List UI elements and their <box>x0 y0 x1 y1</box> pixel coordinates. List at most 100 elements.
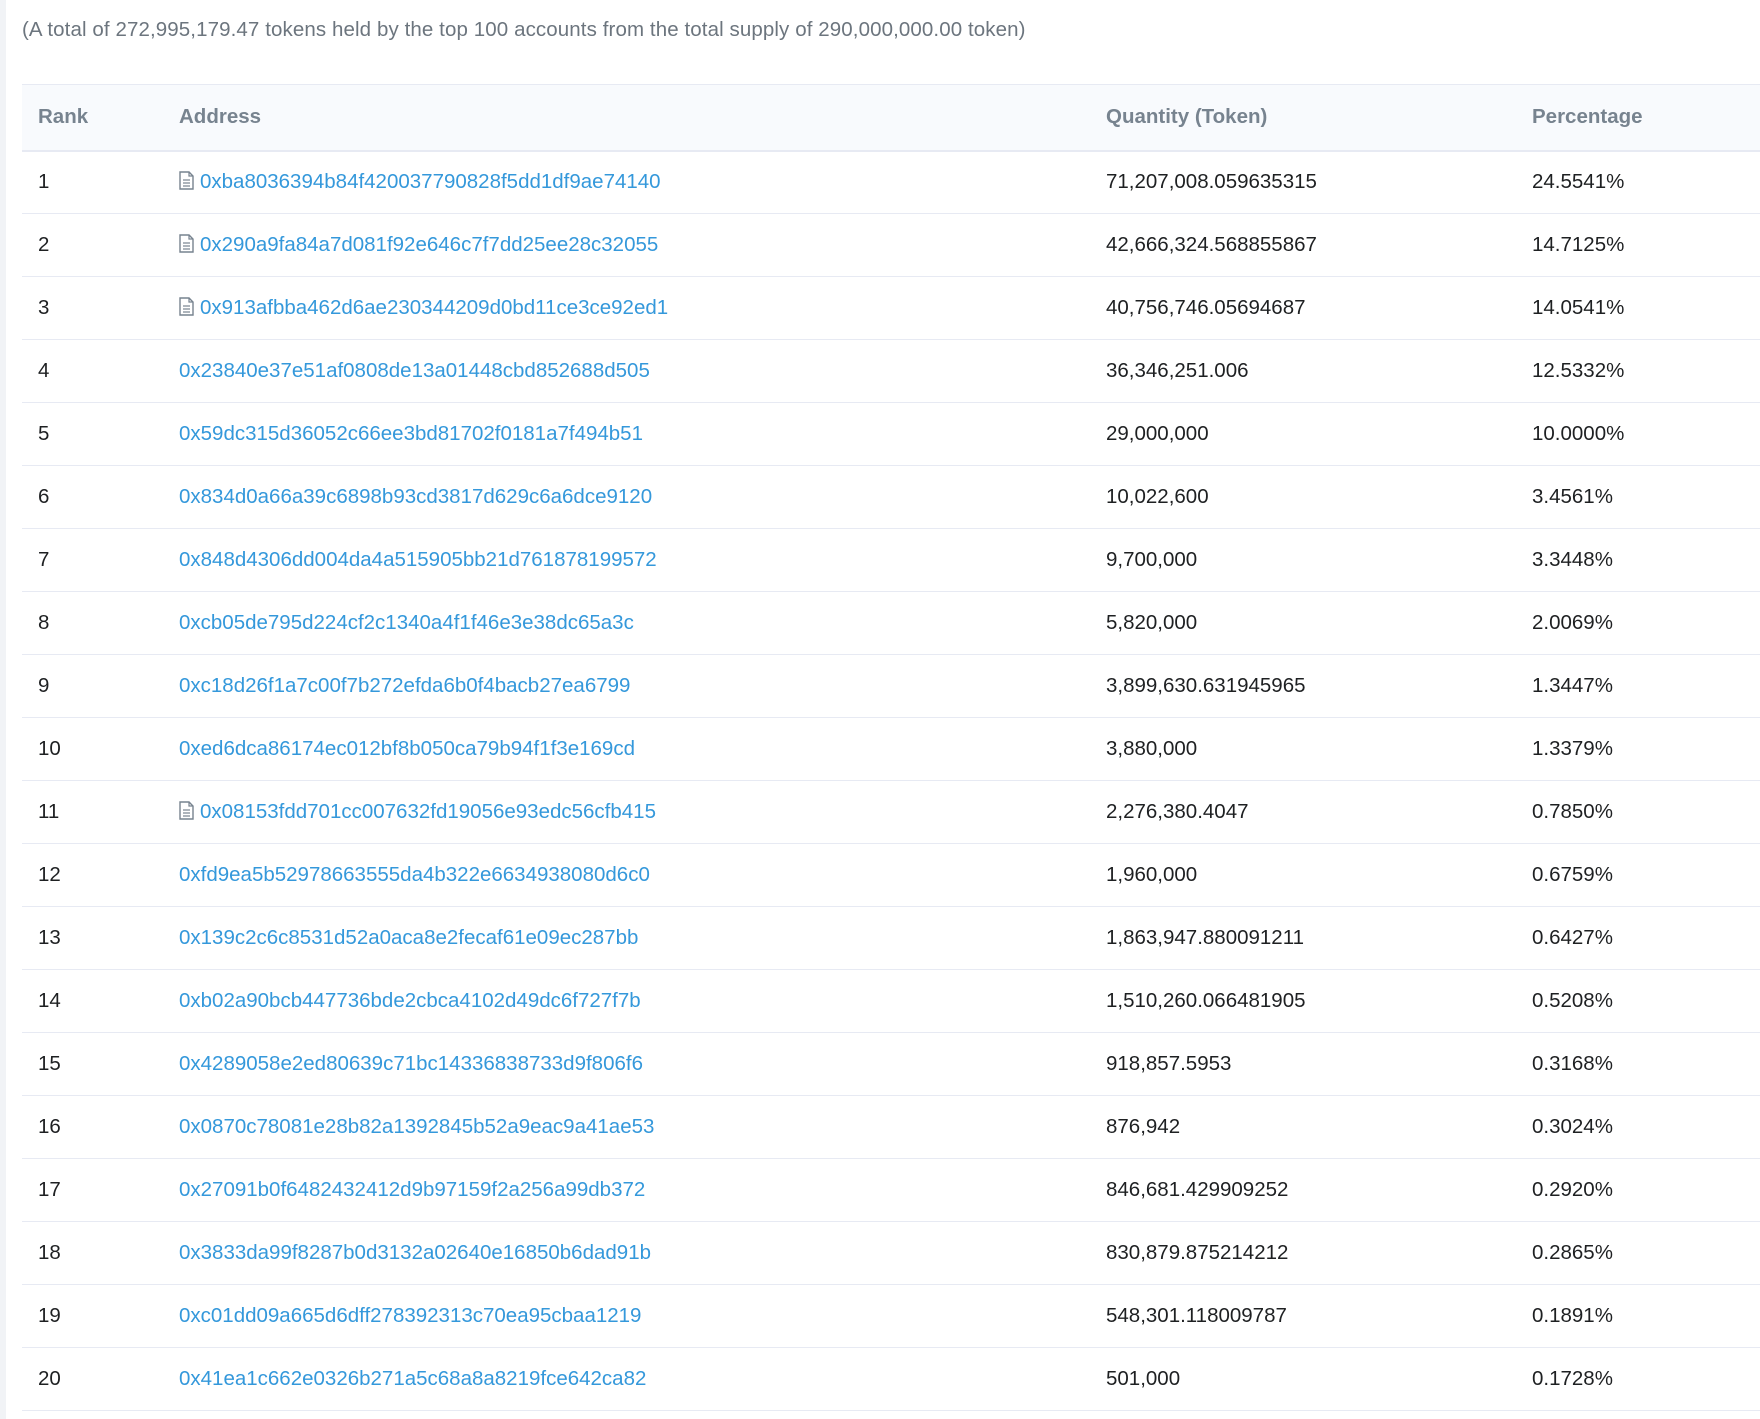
address-cell: 0x0870c78081e28b82a1392845b52a9eac9a41ae… <box>163 1096 1090 1159</box>
rank-cell: 11 <box>38 800 60 823</box>
address-link[interactable]: 0x913afbba462d6ae230344209d0bd11ce3ce92e… <box>200 296 668 319</box>
table-row: 19 0xc01dd09a665d6dff278392313c70ea95cba… <box>22 1285 1760 1348</box>
quantity-cell: 3,899,630.631945965 <box>1106 674 1306 697</box>
address-cell: 0xb02a90bcb447736bde2cbca4102d49dc6f727f… <box>163 970 1090 1033</box>
percentage-cell: 0.6427% <box>1532 926 1613 949</box>
percentage-cell: 0.6759% <box>1532 863 1613 886</box>
address-cell: 0x290a9fa84a7d081f92e646c7f7dd25ee28c320… <box>163 214 1090 277</box>
address-cell: 0xed6dca86174ec012bf8b050ca79b94f1f3e169… <box>163 718 1090 781</box>
address-cell: 0x913afbba462d6ae230344209d0bd11ce3ce92e… <box>163 277 1090 340</box>
address-cell: 0xc01dd09a665d6dff278392313c70ea95cbaa12… <box>163 1285 1090 1348</box>
quantity-cell: 501,000 <box>1106 1367 1181 1390</box>
rank-cell: 17 <box>38 1178 61 1201</box>
rank-cell: 18 <box>38 1241 61 1264</box>
address-link[interactable]: 0xfd9ea5b52978663555da4b322e6634938080d6… <box>179 863 650 886</box>
rank-cell: 13 <box>38 926 61 949</box>
table-row: 15 0x4289058e2ed80639c71bc14336838733d9f… <box>22 1033 1760 1096</box>
address-link[interactable]: 0x59dc315d36052c66ee3bd81702f0181a7f494b… <box>179 422 643 445</box>
address-link[interactable]: 0x41ea1c662e0326b271a5c68a8a8219fce642ca… <box>179 1367 646 1390</box>
quantity-cell: 876,942 <box>1106 1115 1181 1138</box>
percentage-cell: 0.1891% <box>1532 1304 1613 1327</box>
column-header-rank: Rank <box>38 105 89 129</box>
address-link[interactable]: 0x0870c78081e28b82a1392845b52a9eac9a41ae… <box>179 1115 654 1138</box>
percentage-cell: 10.0000% <box>1532 422 1625 445</box>
address-link[interactable]: 0x23840e37e51af0808de13a01448cbd852688d5… <box>179 359 650 382</box>
column-header-quantity: Quantity (Token) <box>1106 105 1268 129</box>
contract-document-icon <box>179 801 194 820</box>
quantity-cell: 1,510,260.066481905 <box>1106 989 1306 1012</box>
address-link[interactable]: 0x08153fdd701cc007632fd19056e93edc56cfb4… <box>200 800 656 823</box>
address-link[interactable]: 0xb02a90bcb447736bde2cbca4102d49dc6f727f… <box>179 989 641 1012</box>
quantity-cell: 1,863,947.880091211 <box>1106 926 1304 949</box>
address-link[interactable]: 0x834d0a66a39c6898b93cd3817d629c6a6dce91… <box>179 485 652 508</box>
table-row: 1 0xba8036394b84f420037790828f5dd1df9ae7… <box>22 151 1760 214</box>
table-row: 5 0x59dc315d36052c66ee3bd81702f0181a7f49… <box>22 403 1760 466</box>
percentage-cell: 1.3447% <box>1532 674 1613 697</box>
column-header-percentage: Percentage <box>1532 105 1643 129</box>
contract-document-icon <box>179 297 194 316</box>
quantity-cell: 846,681.429909252 <box>1106 1178 1289 1201</box>
table-row: 7 0x848d4306dd004da4a515905bb21d76187819… <box>22 529 1760 592</box>
rank-cell: 4 <box>38 359 50 382</box>
rank-cell: 8 <box>38 611 50 634</box>
table-row: 2 0x290a9fa84a7d081f92e646c7f7dd25ee28c3… <box>22 214 1760 277</box>
table-row: 4 0x23840e37e51af0808de13a01448cbd852688… <box>22 340 1760 403</box>
address-link[interactable]: 0x27091b0f6482432412d9b97159f2a256a99db3… <box>179 1178 645 1201</box>
address-link[interactable]: 0x3833da99f8287b0d3132a02640e16850b6dad9… <box>179 1241 651 1264</box>
address-cell: 0x139c2c6c8531d52a0aca8e2fecaf61e09ec287… <box>163 907 1090 970</box>
address-link[interactable]: 0x290a9fa84a7d081f92e646c7f7dd25ee28c320… <box>200 233 658 256</box>
address-link[interactable]: 0x4289058e2ed80639c71bc14336838733d9f806… <box>179 1052 643 1075</box>
rank-cell: 5 <box>38 422 50 445</box>
quantity-cell: 9,700,000 <box>1106 548 1198 571</box>
table-row: 14 0xb02a90bcb447736bde2cbca4102d49dc6f7… <box>22 970 1760 1033</box>
rank-cell: 14 <box>38 989 61 1012</box>
contract-document-icon <box>179 234 194 253</box>
percentage-cell: 0.3024% <box>1532 1115 1613 1138</box>
table-row: 20 0x41ea1c662e0326b271a5c68a8a8219fce64… <box>22 1348 1760 1411</box>
address-link[interactable]: 0xed6dca86174ec012bf8b050ca79b94f1f3e169… <box>179 737 635 760</box>
address-cell: 0xc18d26f1a7c00f7b272efda6b0f4bacb27ea67… <box>163 655 1090 718</box>
holders-summary-text: (A total of 272,995,179.47 tokens held b… <box>22 18 1026 41</box>
percentage-cell: 0.2920% <box>1532 1178 1613 1201</box>
quantity-cell: 5,820,000 <box>1106 611 1198 634</box>
percentage-cell: 14.0541% <box>1532 296 1625 319</box>
rank-cell: 6 <box>38 485 50 508</box>
address-cell: 0x41ea1c662e0326b271a5c68a8a8219fce642ca… <box>163 1348 1090 1411</box>
quantity-cell: 29,000,000 <box>1106 422 1209 445</box>
contract-document-icon <box>179 171 194 190</box>
table-row: 8 0xcb05de795d224cf2c1340a4f1f46e3e38dc6… <box>22 592 1760 655</box>
quantity-cell: 71,207,008.059635315 <box>1106 170 1317 194</box>
address-cell: 0x59dc315d36052c66ee3bd81702f0181a7f494b… <box>163 403 1090 466</box>
address-link[interactable]: 0x848d4306dd004da4a515905bb21d7618781995… <box>179 548 657 571</box>
percentage-cell: 3.3448% <box>1532 548 1613 571</box>
table-header-row: Rank Address Quantity (Token) Percentage <box>22 84 1760 151</box>
percentage-cell: 0.3168% <box>1532 1052 1613 1075</box>
percentage-cell: 0.2865% <box>1532 1241 1613 1264</box>
table-row: 12 0xfd9ea5b52978663555da4b322e663493808… <box>22 844 1760 907</box>
address-link[interactable]: 0xc01dd09a665d6dff278392313c70ea95cbaa12… <box>179 1304 641 1327</box>
table-header: Rank Address Quantity (Token) Percentage <box>22 84 1760 151</box>
table-row: 3 0x913afbba462d6ae230344209d0bd11ce3ce9… <box>22 277 1760 340</box>
table-row: 9 0xc18d26f1a7c00f7b272efda6b0f4bacb27ea… <box>22 655 1760 718</box>
address-link[interactable]: 0xc18d26f1a7c00f7b272efda6b0f4bacb27ea67… <box>179 674 630 697</box>
table-body: 1 0xba8036394b84f420037790828f5dd1df9ae7… <box>22 151 1760 1411</box>
table-row: 18 0x3833da99f8287b0d3132a02640e16850b6d… <box>22 1222 1760 1285</box>
rank-cell: 15 <box>38 1052 61 1075</box>
rank-cell: 10 <box>38 737 61 760</box>
address-link[interactable]: 0xba8036394b84f420037790828f5dd1df9ae741… <box>200 170 661 193</box>
rank-cell: 7 <box>38 548 50 571</box>
quantity-cell: 918,857.5953 <box>1106 1052 1232 1075</box>
left-edge-rule <box>0 0 6 1419</box>
address-link[interactable]: 0x139c2c6c8531d52a0aca8e2fecaf61e09ec287… <box>179 926 638 949</box>
address-cell: 0xcb05de795d224cf2c1340a4f1f46e3e38dc65a… <box>163 592 1090 655</box>
address-link[interactable]: 0xcb05de795d224cf2c1340a4f1f46e3e38dc65a… <box>179 611 634 634</box>
percentage-cell: 12.5332% <box>1532 359 1625 382</box>
rank-cell: 2 <box>38 233 50 256</box>
rank-cell: 20 <box>38 1367 61 1390</box>
quantity-cell: 2,276,380.4047 <box>1106 800 1249 823</box>
percentage-cell: 24.5541% <box>1532 170 1625 194</box>
address-cell: 0x3833da99f8287b0d3132a02640e16850b6dad9… <box>163 1222 1090 1285</box>
quantity-cell: 40,756,746.05694687 <box>1106 296 1306 319</box>
rank-cell: 16 <box>38 1115 61 1138</box>
rank-cell: 19 <box>38 1304 61 1327</box>
